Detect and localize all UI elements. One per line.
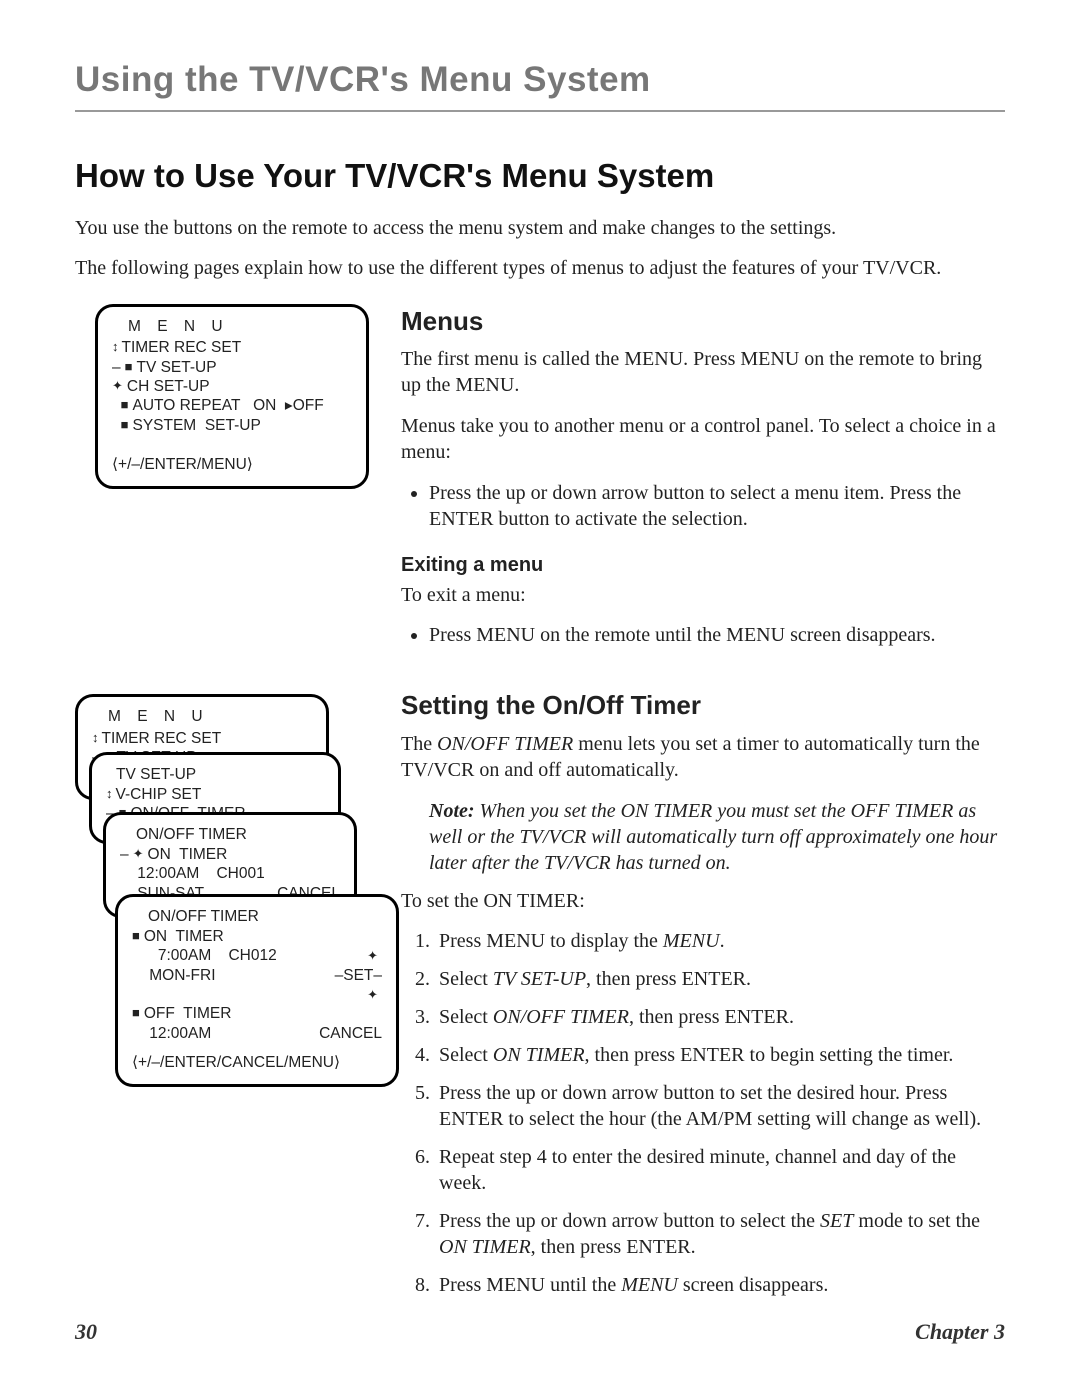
step-item: Press MENU until the MENU screen disappe… — [435, 1272, 1005, 1298]
osd-title: ON/OFF TIMER — [148, 907, 382, 926]
osd-item: ON TIMER — [120, 845, 340, 864]
step-item: Press the up or down arrow button to sel… — [435, 1208, 1005, 1260]
menus-paragraph-2: Menus take you to another menu or a cont… — [401, 413, 1005, 466]
exiting-heading: Exiting a menu — [401, 552, 1005, 578]
timer-set-intro: To set the ON TIMER: — [401, 888, 1005, 914]
osd-item: 7:00AM CH012 — [132, 946, 277, 965]
step-item: Select TV SET-UP, then press ENTER. — [435, 966, 1005, 992]
osd-item: TIMER REC SET — [92, 729, 312, 748]
osd-footer: ⟨+/–/ENTER/CANCEL/MENU⟩ — [132, 1053, 382, 1072]
timer-steps: Press MENU to display the MENU. Select T… — [401, 928, 1005, 1298]
timer-heading: Setting the On/Off Timer — [401, 688, 1005, 722]
osd-set: –SET– — [335, 966, 382, 985]
menus-text: Menus The first menu is called the MENU.… — [401, 304, 1005, 655]
osd-menu-figure: M E N U TIMER REC SET TV SET-UP CH SET-U… — [75, 304, 375, 655]
step-item: Press MENU to display the MENU. — [435, 928, 1005, 954]
osd-cancel: CANCEL — [319, 1024, 382, 1043]
stop-icon — [132, 1005, 144, 1022]
nav-cross-icon — [367, 946, 382, 965]
nav-stop-icons — [133, 846, 148, 863]
title-rule — [75, 110, 1005, 112]
osd-item: TIMER REC SET — [112, 338, 352, 357]
stop-icon — [121, 417, 133, 434]
osd-main-menu: M E N U TIMER REC SET TV SET-UP CH SET-U… — [95, 304, 369, 490]
stop-icon — [132, 928, 144, 945]
stop-icon — [121, 397, 133, 414]
stop-icon — [125, 359, 137, 376]
osd-item: OFF TIMER — [132, 1004, 382, 1023]
menus-heading: Menus — [401, 304, 1005, 338]
note-label: Note: — [429, 800, 475, 822]
intro-paragraph-1: You use the buttons on the remote to acc… — [75, 215, 1005, 241]
section-menus: M E N U TIMER REC SET TV SET-UP CH SET-U… — [75, 304, 1005, 655]
chapter-title: Using the TV/VCR's Menu System — [75, 60, 1005, 100]
menus-paragraph-1: The first menu is called the MENU. Press… — [401, 346, 1005, 399]
osd-item: MON-FRI — [132, 966, 216, 985]
step-item: Press the up or down arrow button to set… — [435, 1080, 1005, 1132]
section-onoff-timer: M E N U TIMER REC SET TV SET-UP TV SET-U… — [75, 688, 1005, 1309]
manual-page: Using the TV/VCR's Menu System How to Us… — [0, 0, 1080, 1397]
step-item: Select ON TIMER, then press ENTER to beg… — [435, 1042, 1005, 1068]
step-item: Repeat step 4 to enter the desired minut… — [435, 1144, 1005, 1196]
osd-item: ON TIMER — [132, 927, 382, 946]
step-item: Select ON/OFF TIMER, then press ENTER. — [435, 1004, 1005, 1030]
osd-onoff-timer-detail: ON/OFF TIMER ON TIMER 7:00AM CH012 MON-F… — [115, 894, 399, 1087]
osd-item: AUTO REPEAT ON ▸OFF — [112, 396, 352, 415]
osd-item: TV SET-UP — [112, 358, 352, 377]
osd-title: ON/OFF TIMER — [136, 825, 340, 844]
osd-footer: ⟨+/–/ENTER/MENU⟩ — [112, 455, 352, 474]
intro-block: You use the buttons on the remote to acc… — [75, 215, 1005, 282]
bullet-item: Press the up or down arrow button to sel… — [429, 480, 1005, 532]
exiting-intro: To exit a menu: — [401, 582, 1005, 608]
osd-cascade-figure: M E N U TIMER REC SET TV SET-UP TV SET-U… — [75, 688, 375, 1309]
arrow-stop-icons — [92, 730, 102, 747]
osd-title: M E N U — [128, 317, 352, 336]
chapter-label: Chapter 3 — [915, 1319, 1005, 1345]
bullet-item: Press MENU on the remote until the MENU … — [429, 622, 1005, 648]
timer-note: Note: When you set the ON TIMER you must… — [429, 798, 1005, 876]
osd-item: V-CHIP SET — [106, 785, 324, 804]
osd-item: SYSTEM SET-UP — [112, 416, 352, 435]
nav-cross-icon — [367, 985, 382, 1004]
osd-title: M E N U — [108, 707, 312, 726]
exiting-bullets: Press MENU on the remote until the MENU … — [401, 622, 1005, 648]
page-heading: How to Use Your TV/VCR's Menu System — [75, 157, 1005, 195]
menus-bullets: Press the up or down arrow button to sel… — [401, 480, 1005, 532]
intro-paragraph-2: The following pages explain how to use t… — [75, 255, 1005, 281]
osd-item: CH SET-UP — [112, 377, 352, 396]
timer-paragraph: The ON/OFF TIMER menu lets you set a tim… — [401, 731, 1005, 784]
arrow-stop-icons — [112, 339, 122, 356]
note-body: When you set the ON TIMER you must set t… — [429, 800, 997, 874]
osd-item: 12:00AM CH001 — [120, 864, 340, 883]
osd-item: 12:00AM — [132, 1024, 211, 1043]
timer-text: Setting the On/Off Timer The ON/OFF TIME… — [401, 688, 1005, 1309]
nav-stop-icons — [112, 378, 127, 395]
osd-title: TV SET-UP — [116, 765, 324, 784]
arrow-stop-icons — [106, 786, 116, 803]
page-footer: 30 Chapter 3 — [75, 1319, 1005, 1345]
page-number: 30 — [75, 1319, 97, 1345]
